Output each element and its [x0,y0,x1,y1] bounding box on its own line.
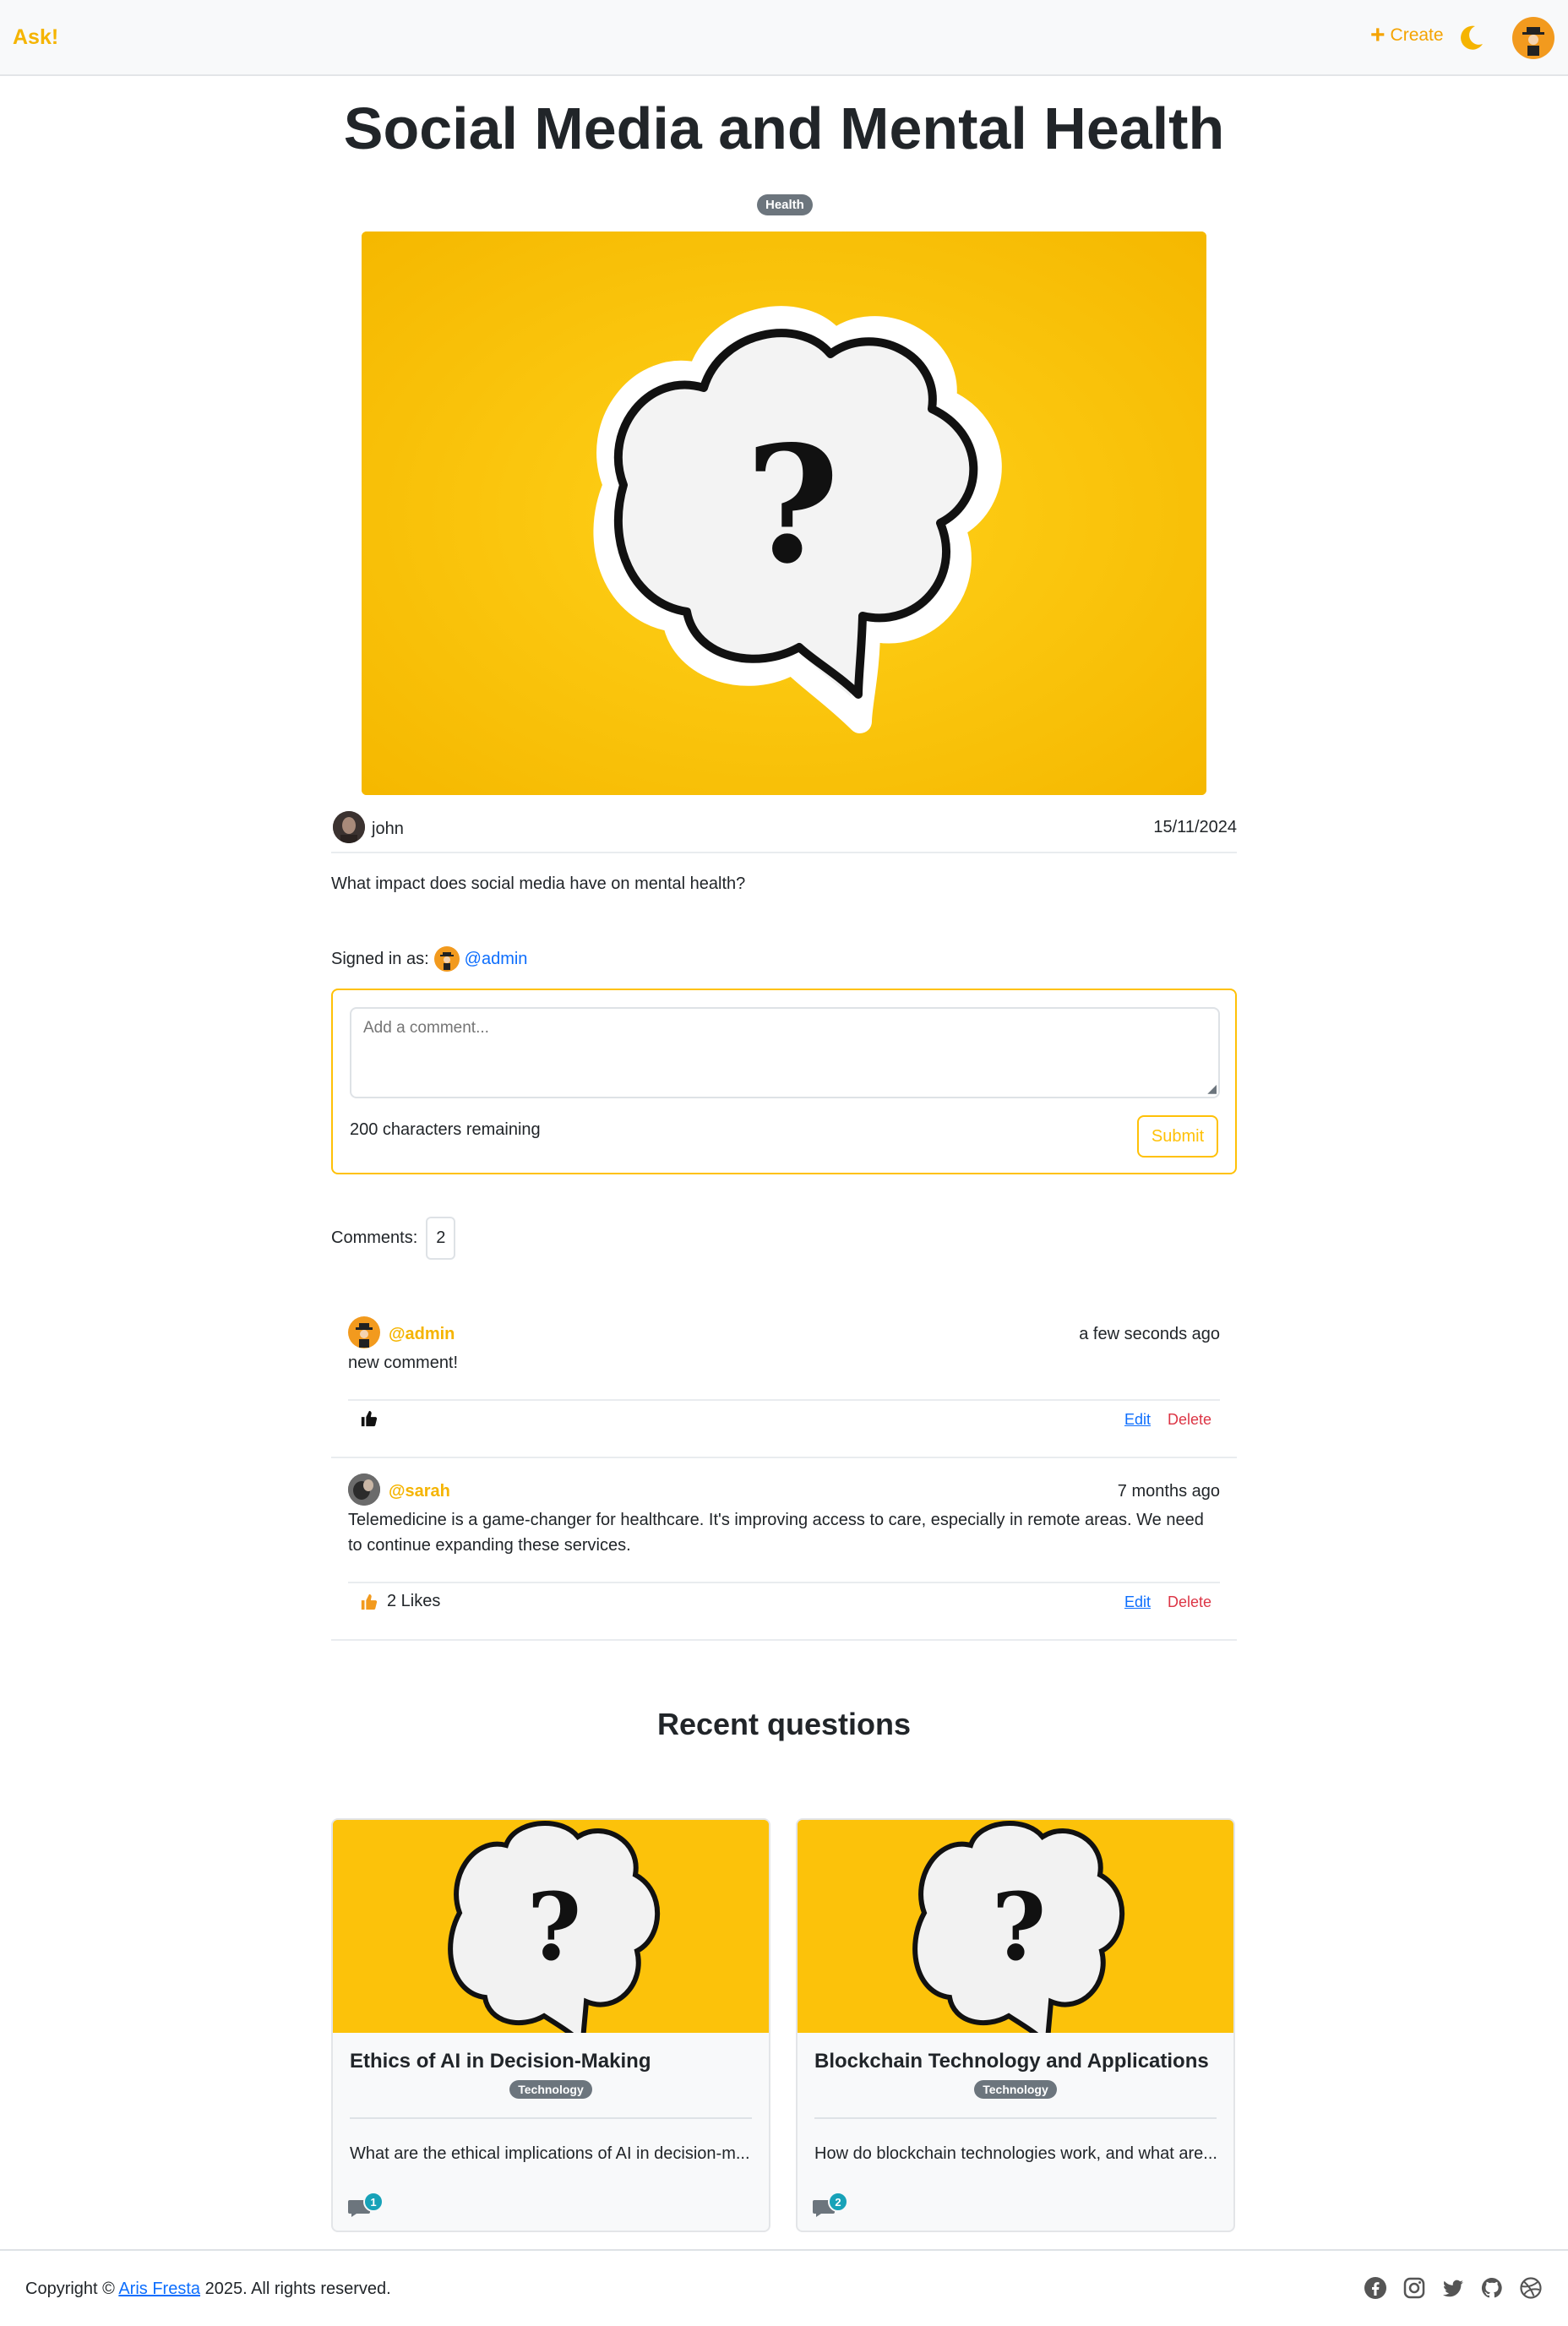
copyright: Copyright © Aris Fresta 2025. All rights… [25,2280,391,2299]
brand-logo[interactable]: Ask! [13,25,58,50]
question-card[interactable]: ? Ethics of AI in Decision-Making Techno… [331,1818,770,2232]
moon-icon[interactable] [1456,24,1485,52]
navbar: Ask! + Create [0,0,1568,76]
author-name[interactable]: john [372,820,404,839]
footer: Copyright © Aris Fresta 2025. All rights… [0,2249,1568,2326]
question-image: ? [362,232,1206,795]
commenter-avatar[interactable] [348,1473,380,1506]
facebook-icon[interactable] [1364,2276,1387,2300]
category-badge: Technology [974,2080,1057,2099]
comments-label: Comments: [331,1228,418,1247]
dribbble-icon[interactable] [1519,2276,1543,2300]
comment-text: new comment! [348,1354,459,1372]
comment-input[interactable] [350,1007,1220,1098]
card-divider [350,2117,752,2119]
thumbs-up-icon [361,1593,378,1610]
svg-text:?: ? [745,411,839,599]
card-divider [814,2117,1217,2119]
card-category: Technology [798,2080,1233,2099]
twitter-icon[interactable] [1441,2276,1465,2300]
signed-in-avatar [433,946,460,972]
create-button[interactable]: + Create [1370,21,1444,49]
edit-comment-link[interactable]: Edit [1124,1411,1151,1429]
card-title[interactable]: Blockchain Technology and Applications [814,2050,1209,2073]
commenter-handle[interactable]: @sarah [389,1482,450,1501]
like-button[interactable] [360,1409,387,1428]
commenter-handle[interactable]: @admin [389,1325,455,1344]
card-category: Technology [333,2080,769,2099]
commenter-avatar[interactable] [348,1316,380,1348]
card-image: ? [333,1820,769,2033]
recent-questions-heading: Recent questions [656,1707,912,1741]
create-label: Create [1390,25,1444,45]
comments-count-badge: 2 [426,1217,456,1260]
post-date: 15/11/2024 [1153,818,1237,836]
resize-handle-icon[interactable]: ◢ [1207,1081,1217,1096]
post-meta: john 15/11/2024 [331,811,1237,853]
submit-button[interactable]: Submit [1137,1115,1218,1158]
like-button[interactable]: 2 Likes [360,1592,440,1611]
svg-text:?: ? [527,1872,581,1981]
comment-count-badge: 2 [828,2192,848,2212]
social-links [1364,2276,1543,2300]
like-count: 2 Likes [387,1592,441,1610]
comment-time: 7 months ago [1117,1482,1220,1501]
card-image: ? [798,1820,1233,2033]
copyright-prefix: Copyright © [25,2280,115,2298]
comment-time: a few seconds ago [1079,1325,1220,1343]
card-description: How do blockchain technologies work, and… [814,2144,1217,2163]
card-comment-indicator: 2 [813,2192,852,2222]
category-badge: Technology [509,2080,592,2099]
characters-remaining: 200 characters remaining [350,1120,541,1139]
comment-form: ◢ 200 characters remaining Submit [331,989,1237,1174]
instagram-icon[interactable] [1402,2276,1426,2300]
edit-comment-link[interactable]: Edit [1124,1593,1151,1611]
comment-actions: Edit Delete [348,1399,1220,1428]
signed-in-info: Signed in as: @admin [331,946,527,972]
thumbs-up-icon [361,1410,378,1427]
signed-in-label: Signed in as: [331,949,429,968]
comment-item: @sarah 7 months ago Telemedicine is a ga… [331,1458,1237,1641]
delete-comment-link[interactable]: Delete [1168,1593,1211,1611]
plus-icon: + [1370,21,1386,49]
card-comment-indicator: 1 [348,2192,387,2222]
question-body: What impact does social media have on me… [331,874,746,893]
page-title: Social Media and Mental Health [343,95,1225,161]
question-card[interactable]: ? Blockchain Technology and Applications… [796,1818,1235,2232]
delete-comment-link[interactable]: Delete [1168,1411,1211,1429]
comment-actions: 2 Likes Edit Delete [348,1582,1220,1610]
github-icon[interactable] [1480,2276,1504,2300]
author-link[interactable]: Aris Fresta [118,2280,200,2298]
comment-item: @admin a few seconds ago new comment! Ed… [331,1301,1237,1458]
card-title[interactable]: Ethics of AI in Decision-Making [350,2050,651,2073]
svg-text:?: ? [992,1872,1046,1981]
category-badge: Health [757,194,813,215]
comment-count-badge: 1 [363,2192,384,2212]
card-description: What are the ethical implications of AI … [350,2144,750,2163]
user-avatar[interactable] [1512,17,1554,59]
comments-header: Comments: 2 [331,1217,456,1260]
author-avatar[interactable] [333,811,365,843]
signed-in-handle[interactable]: @admin [465,950,528,969]
copyright-suffix: 2025. All rights reserved. [204,2280,391,2298]
comment-text: Telemedicine is a game-changer for healt… [348,1511,1204,1555]
